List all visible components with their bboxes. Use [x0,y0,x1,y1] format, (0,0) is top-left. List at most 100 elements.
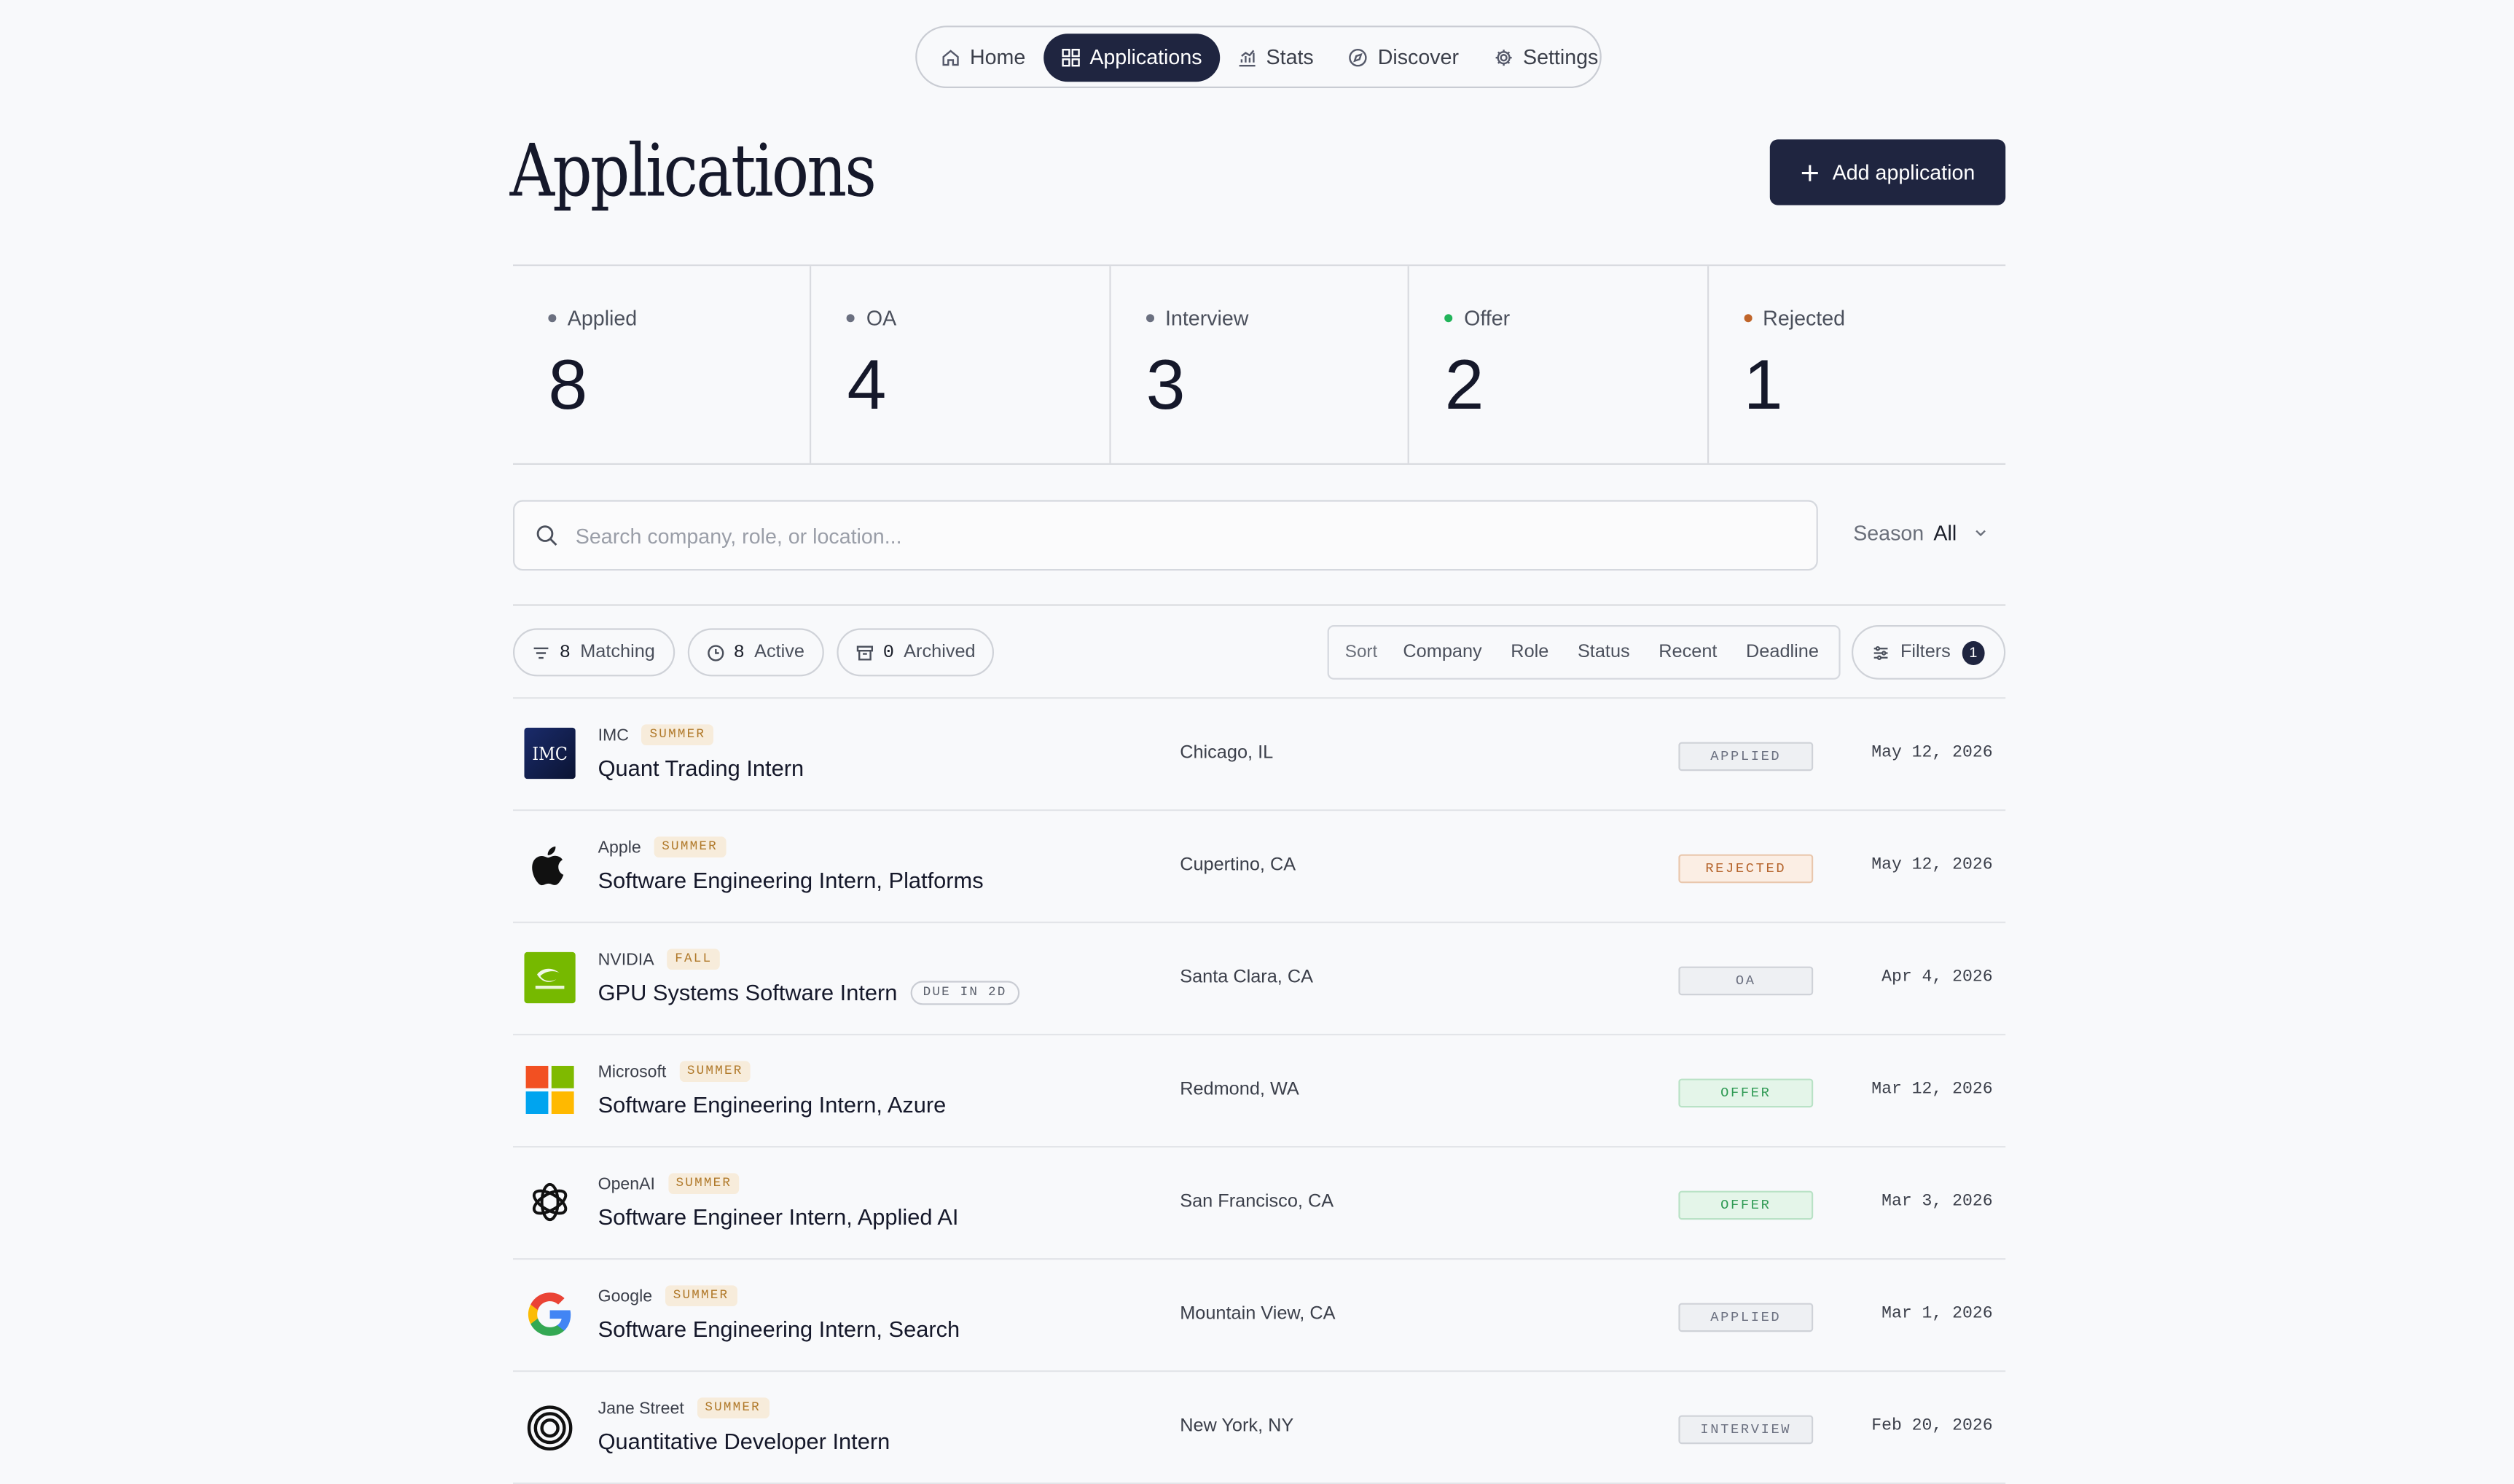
stat-rejected[interactable]: Rejected 1 [1708,266,2005,463]
nav-settings[interactable]: Settings [1476,33,1616,81]
location: Mountain View, CA [1180,1304,1336,1324]
active-count: 8 [733,642,745,663]
home-icon [942,49,959,66]
company-name: Microsoft [598,1061,667,1081]
application-row[interactable]: Apple SUMMER Software Engineering Intern… [513,811,2006,924]
season-tag: SUMMER [678,1061,751,1082]
nav-stats[interactable]: Stats [1220,33,1331,81]
location: Cupertino, CA [1180,855,1296,876]
sort-deadline[interactable]: Deadline [1746,643,1819,661]
nav-applications[interactable]: Applications [1043,33,1220,82]
due-badge: DUE IN 2D [910,980,1020,1005]
status-badge[interactable]: OFFER [1678,1190,1814,1220]
top-nav: Home Applications Stats Discover Setting… [915,25,1602,89]
status-badge[interactable]: APPLIED [1678,1303,1814,1332]
applications-list: IMC IMC SUMMER Quant Trading Intern Chic… [513,699,2006,1484]
stat-label: Applied [567,306,638,331]
season-select[interactable]: Season All [1853,521,1987,545]
add-application-label: Add application [1832,160,1975,184]
role-title: Software Engineering Intern, Search [598,1316,960,1342]
sliders-icon [1873,645,1888,659]
filter-lines-icon [533,646,549,659]
role-title: Software Engineering Intern, Platforms [598,867,984,893]
status-badge[interactable]: OA [1678,966,1814,996]
stat-applied[interactable]: Applied 8 [513,266,812,463]
status-summary: Applied 8 OA 4 Interview 3 Offer 2 Rejec… [513,264,2006,465]
sort-role[interactable]: Role [1511,643,1548,661]
season-tag: SUMMER [654,836,726,857]
matching-label: Matching [580,643,655,662]
chevron-down-icon [1975,530,1985,537]
application-row[interactable]: OpenAI SUMMER Software Engineer Intern, … [513,1147,2006,1260]
nvidia-logo-icon [524,951,576,1004]
application-row[interactable]: Jane Street SUMMER Quantitative Develope… [513,1372,2006,1484]
matching-count: 8 [559,642,571,663]
role-title: Software Engineer Intern, Applied AI [598,1204,959,1230]
season-tag: SUMMER [641,724,714,745]
company-logo [524,840,575,891]
company-logo [524,1289,575,1340]
summary-chips: 8 Matching 8 Active 0 Archived [513,628,995,677]
nav-home[interactable]: Home [923,33,1043,81]
stat-offer[interactable]: Offer 2 [1409,266,1709,463]
sort-company[interactable]: Company [1403,643,1481,661]
stat-label: OA [866,306,897,331]
status-dot [847,314,855,323]
stat-oa[interactable]: OA 4 [812,266,1111,463]
nav-applications-label: Applications [1089,44,1202,69]
filters-count-badge: 1 [1962,640,1985,664]
season-tag: SUMMER [697,1397,769,1418]
archived-chip[interactable]: 0 Archived [836,628,995,677]
search-input[interactable] [575,523,1698,548]
search-icon [536,525,557,546]
location: Chicago, IL [1180,743,1274,763]
status-dot [1444,314,1453,323]
stat-interview[interactable]: Interview 3 [1111,266,1410,463]
status-badge[interactable]: OFFER [1678,1078,1814,1108]
application-row[interactable]: IMC IMC SUMMER Quant Trading Intern Chic… [513,699,2006,812]
stat-label: Rejected [1763,306,1846,331]
applied-date: Feb 20, 2026 [1871,1416,1993,1437]
company-logo [524,1064,575,1115]
status-badge[interactable]: INTERVIEW [1678,1415,1814,1445]
company-logo [524,951,576,1004]
nav-discover[interactable]: Discover [1331,33,1476,81]
nav-discover-label: Discover [1377,44,1459,69]
janestreet-logo-icon [527,1405,573,1451]
application-row[interactable]: NVIDIA FALL GPU Systems Software Intern … [513,923,2006,1036]
stat-value: 2 [1444,346,1484,425]
location: San Francisco, CA [1180,1192,1334,1212]
stat-value: 3 [1146,346,1186,425]
applied-date: May 12, 2026 [1871,855,1993,876]
sort-status[interactable]: Status [1578,643,1630,661]
company-logo [524,1401,575,1452]
nav-settings-label: Settings [1523,44,1599,69]
company-logo [524,1177,575,1228]
company-logo: IMC [524,727,576,780]
search-box [513,500,1818,571]
season-value: All [1933,521,1957,545]
role-title: Quant Trading Intern [598,755,804,781]
filters-button[interactable]: Filters 1 [1852,625,2006,680]
status-dot [1146,314,1154,323]
microsoft-logo-icon [525,1066,574,1114]
sort-label: Sort [1344,643,1378,662]
stat-value: 1 [1743,346,1783,425]
application-row[interactable]: Microsoft SUMMER Software Engineering In… [513,1035,2006,1148]
stat-value: 4 [847,346,887,425]
role-title: GPU Systems Software Intern [598,979,898,1005]
add-application-button[interactable]: Add application [1769,139,2006,205]
status-badge[interactable]: REJECTED [1678,854,1814,884]
season-label: Season [1853,521,1924,545]
matching-chip[interactable]: 8 Matching [513,628,675,677]
status-badge[interactable]: APPLIED [1678,742,1814,772]
google-logo-icon [528,1292,571,1336]
company-name: NVIDIA [598,949,654,969]
active-chip[interactable]: 8 Active [686,628,824,677]
location: Redmond, WA [1180,1080,1299,1100]
applied-date: Mar 1, 2026 [1881,1304,1993,1324]
sort-recent[interactable]: Recent [1659,643,1717,661]
role-title: Quantitative Developer Intern [598,1428,890,1454]
application-row[interactable]: Google SUMMER Software Engineering Inter… [513,1260,2006,1373]
filters-label: Filters [1900,643,1951,662]
